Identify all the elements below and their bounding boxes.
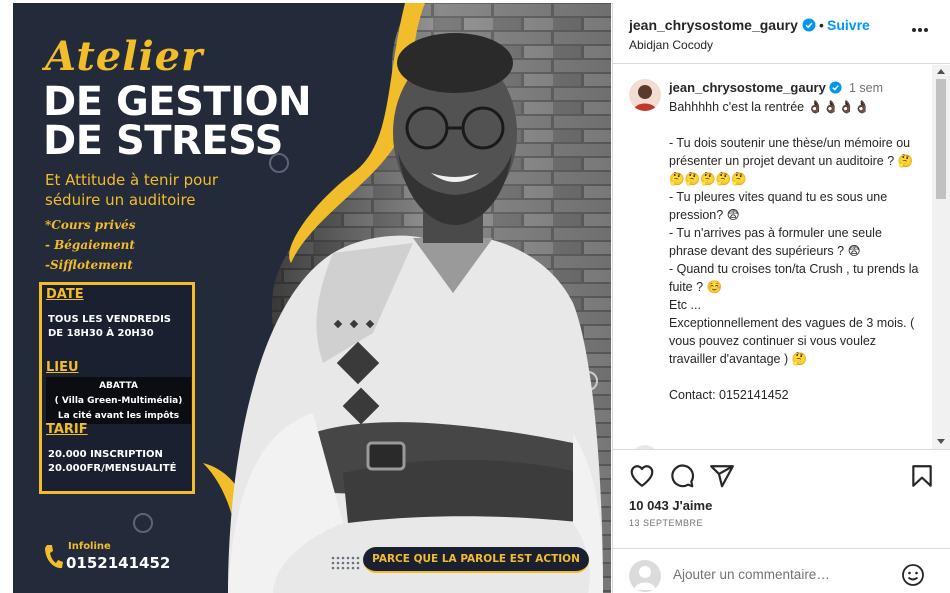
poster-atelier-title: Atelier (45, 33, 204, 80)
post-date[interactable]: 13 SEPTEMBRE (629, 518, 703, 528)
date-value: TOUS LES VENDREDIS (48, 314, 172, 325)
post-side-panel: jean_chrysostome_gaury • Suivre Abidjan … (612, 3, 950, 593)
default-avatar-icon (634, 566, 656, 590)
post-header: jean_chrysostome_gaury • Suivre Abidjan … (613, 3, 950, 64)
lieu-line: ABATTA (99, 381, 138, 391)
phone-icon (45, 545, 63, 569)
comment-input[interactable] (673, 563, 893, 585)
poster-title-line-2: DE STRESS (43, 118, 284, 164)
avatar-image (629, 79, 661, 111)
poster-info-box: DATE TOUS LES VENDREDIS DE 18H30 À 20H30… (39, 282, 195, 494)
verified-badge-icon (802, 18, 816, 32)
bookmark-icon[interactable] (909, 463, 935, 489)
heart-icon[interactable] (629, 463, 655, 489)
dots-decoration (331, 556, 360, 570)
scrollbar-thumb[interactable] (936, 79, 946, 199)
date-value: DE 18H30 À 20H30 (48, 328, 154, 339)
author-username[interactable]: jean_chrysostome_gaury (629, 17, 798, 33)
lieu-value: ABATTA ( Villa Green-Multimédia) La cité… (46, 379, 191, 424)
tarif-value: 20.000FR/MENSUALITÉ (48, 463, 177, 474)
poster-bullet: - Bégaiement (45, 238, 135, 252)
post-actions: 10 043 J'aime 13 SEPTEMBRE (613, 449, 950, 593)
avatar[interactable] (629, 79, 661, 111)
poster-subtitle: Et Attitude à tenir pour séduire un audi… (45, 171, 219, 209)
separator-dot: • (819, 17, 824, 33)
slogan-text: PARCE QUE LA PAROLE EST ACTION (372, 553, 580, 565)
tarif-label: TARIF (46, 422, 88, 437)
caption-text: Bahhhhh c'est la rentrée 👌🏿👌🏿👌🏿👌🏿 - Tu d… (669, 100, 919, 402)
tarif-value: 20.000 INSCRIPTION (48, 449, 163, 460)
slogan-pill: PARCE QUE LA PAROLE EST ACTION (363, 547, 589, 573)
comment-bubble-icon[interactable] (669, 463, 695, 489)
lieu-label: LIEU (46, 360, 79, 375)
avatar (629, 560, 661, 592)
add-comment-bar (613, 548, 950, 593)
date-label: DATE (46, 287, 84, 302)
scroll-down-arrow-icon[interactable] (937, 439, 945, 444)
caption-username[interactable]: jean_chrysostome_gaury (669, 80, 826, 95)
comments-scrollbar[interactable] (932, 65, 950, 449)
post-image[interactable]: Atelier DE GESTION DE STRESS Et Attitude… (13, 3, 611, 593)
paper-plane-icon[interactable] (709, 463, 735, 489)
likes-count[interactable]: 10 043 J'aime (629, 498, 712, 513)
caption-timestamp[interactable]: 1 sem (849, 81, 883, 95)
more-options-icon[interactable] (911, 27, 929, 33)
post-location[interactable]: Abidjan Cocody (629, 38, 713, 52)
infoline-label: Infoline (68, 541, 111, 552)
poster-bullet: -Sifflotement (45, 258, 133, 272)
poster-bullet: *Cours privés (45, 218, 136, 232)
follow-button[interactable]: Suivre (827, 17, 870, 33)
emoji-icon[interactable] (901, 563, 925, 587)
infoline-number: 0152141452 (66, 554, 171, 572)
scroll-up-arrow-icon[interactable] (937, 69, 945, 74)
comments-list[interactable]: jean_chrysostome_gaury 1 sem Bahhhhh c'e… (613, 65, 933, 449)
verified-badge-icon (829, 81, 842, 94)
poster-bullet-list: *Cours privés - Bégaiement -Sifflotement (45, 215, 135, 275)
lieu-line: ( Villa Green-Multimédia) (54, 396, 183, 406)
